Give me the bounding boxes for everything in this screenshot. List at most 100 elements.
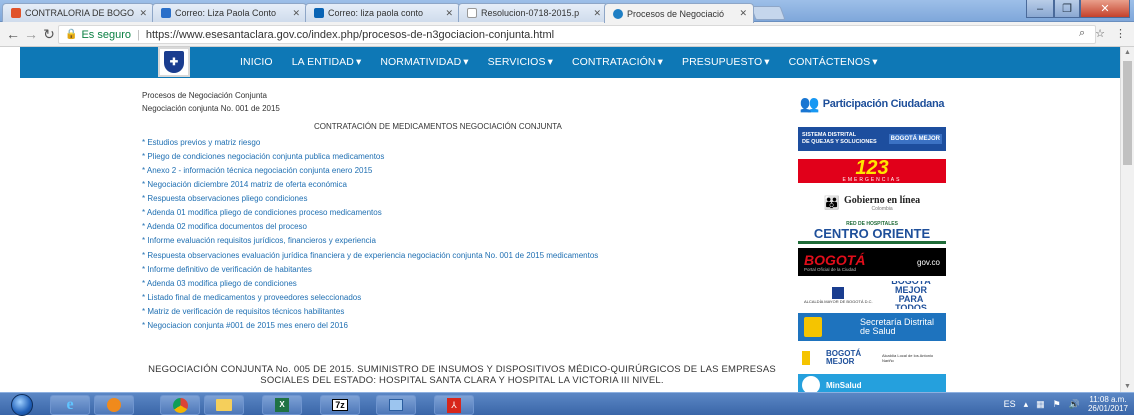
sistema-quejas-banner[interactable]: SISTEMA DISTRITAL DE QUEJAS Y SOLUCIONES … bbox=[798, 127, 946, 151]
hospital-logo[interactable]: ✚ bbox=[158, 47, 190, 77]
network-icon[interactable]: ▦ bbox=[1036, 399, 1045, 410]
secure-label: Es seguro bbox=[81, 28, 131, 41]
menu-item-contratacion[interactable]: CONTRATACIÓN bbox=[572, 56, 656, 68]
outlook-icon bbox=[314, 8, 324, 18]
acrobat-icon: ⅄ bbox=[447, 397, 461, 413]
menu-dots-icon[interactable]: ⋮ bbox=[1115, 27, 1126, 40]
colombia-seal-icon bbox=[802, 376, 820, 392]
scroll-down-arrow-icon[interactable]: ▼ bbox=[1124, 383, 1131, 390]
section-heading-2015-005: NEGOCIACIÓN CONJUNTA No. 005 DE 2015. SU… bbox=[148, 364, 776, 386]
close-tab-icon[interactable]: ✕ bbox=[292, 8, 300, 19]
dropdown-caret-icon: ▾ bbox=[463, 56, 469, 68]
close-tab-icon[interactable]: ✕ bbox=[139, 8, 147, 19]
participacion-ciudadana-banner[interactable]: 👥 Participación Ciudadana bbox=[798, 91, 946, 117]
document-link[interactable]: * Informe evaluación requisitos jurídico… bbox=[142, 236, 376, 245]
site-icon bbox=[613, 8, 623, 19]
back-arrow-icon[interactable]: ← bbox=[4, 26, 22, 42]
close-tab-icon[interactable]: ✕ bbox=[445, 8, 453, 19]
document-link[interactable]: * Anexo 2 - información técnica negociac… bbox=[142, 166, 372, 175]
chrome-icon bbox=[172, 397, 188, 413]
bogota-gov-banner[interactable]: BOGOTÁ Portal Oficial de la Ciudad gov.c… bbox=[798, 248, 946, 276]
site-nav-bar: ✚ INICIO LA ENTIDAD ▾ NORMATIVIDAD ▾ SERVI… bbox=[20, 47, 1120, 78]
alcaldia-mejor-para-todos-banner[interactable]: ALCALDÍA MAYOR DE BOGOTÁ D.C. BOGOTÁ MEJ… bbox=[798, 281, 946, 309]
zoom-icon[interactable]: ⌕ bbox=[1079, 27, 1085, 40]
scroll-up-arrow-icon[interactable]: ▲ bbox=[1124, 49, 1131, 56]
browser-tab[interactable]: Resolucion-0718-2015.p ✕ bbox=[458, 3, 608, 22]
internet-explorer-icon: e bbox=[66, 396, 74, 413]
volume-icon[interactable]: 🔊 bbox=[1069, 399, 1080, 410]
coat-of-arms-icon bbox=[802, 351, 810, 365]
window-controls: – ❐ ✕ bbox=[1026, 0, 1130, 18]
forward-arrow-icon[interactable]: → bbox=[22, 26, 40, 42]
menu-item-presupuesto[interactable]: PRESUPUESTO bbox=[682, 56, 762, 68]
maximize-button[interactable]: ❐ bbox=[1054, 0, 1080, 18]
menu-item-contactenos[interactable]: CONTÁCTENOS bbox=[789, 56, 871, 68]
site-menu: INICIO LA ENTIDAD ▾ NORMATIVIDAD ▾ SERVICI… bbox=[240, 56, 878, 68]
start-button[interactable] bbox=[2, 393, 42, 416]
dropdown-caret-icon: ▾ bbox=[764, 56, 770, 68]
scrollbar-thumb[interactable] bbox=[1123, 61, 1132, 165]
flag-icon[interactable]: ⚑ bbox=[1053, 399, 1061, 410]
taskbar-control-panel[interactable] bbox=[376, 395, 416, 415]
7zip-icon: 7z bbox=[332, 399, 348, 411]
dropdown-caret-icon: ▾ bbox=[547, 56, 553, 68]
document-link[interactable]: * Respuesta observaciones evaluación jur… bbox=[142, 251, 598, 260]
taskbar-excel[interactable]: X bbox=[262, 395, 302, 415]
document-link[interactable]: * Negociacion conjunta #001 de 2015 mes … bbox=[142, 321, 348, 330]
document-link[interactable]: * Adenda 03 modifica pliego de condicion… bbox=[142, 279, 297, 288]
bookmark-star-icon[interactable]: ☆ bbox=[1095, 27, 1105, 40]
taskbar-7zip[interactable]: 7z bbox=[320, 395, 360, 415]
language-indicator[interactable]: ES bbox=[1004, 399, 1016, 409]
reload-icon[interactable]: ↻ bbox=[40, 26, 58, 43]
url-text: https://www.esesantaclara.gov.co/index.p… bbox=[145, 28, 555, 41]
taskbar-acrobat[interactable]: ⅄ bbox=[434, 395, 474, 415]
document-link[interactable]: * Negociación diciembre 2014 matriz de o… bbox=[142, 180, 347, 189]
browser-tab[interactable]: Correo: Liza Paola Conto ✕ bbox=[152, 3, 307, 22]
document-icon bbox=[467, 8, 477, 18]
lock-icon: 🔒 bbox=[65, 29, 78, 40]
alcaldia-local-banner[interactable]: BOGOTÁ MEJOR Alcaldía Local de los Anton… bbox=[798, 345, 946, 371]
address-bar-row: ← → ↻ 🔒 Es seguro | https://www.esesanta… bbox=[0, 22, 1134, 47]
tray-arrow-icon[interactable]: ▴ bbox=[1024, 399, 1029, 410]
control-panel-icon bbox=[389, 399, 403, 411]
menu-item-servicios[interactable]: SERVICIOS bbox=[488, 56, 546, 68]
red-centro-oriente-banner[interactable]: RED DE HOSPITALES CENTRO ORIENTE bbox=[798, 220, 946, 244]
document-link[interactable]: * Matriz de verificación de requisitos t… bbox=[142, 307, 344, 316]
vertical-scrollbar[interactable]: ▲ ▼ bbox=[1120, 47, 1134, 392]
menu-item-normatividad[interactable]: NORMATIVIDAD bbox=[380, 56, 461, 68]
close-tab-icon[interactable]: ✕ bbox=[739, 8, 747, 19]
document-link[interactable]: * Estudios previos y matriz riesgo bbox=[142, 138, 260, 147]
document-link[interactable]: * Pliego de condiciones negociación conj… bbox=[142, 152, 384, 161]
gobierno-en-linea-banner[interactable]: 👪 Gobierno en línea Colombia bbox=[798, 191, 946, 215]
close-window-button[interactable]: ✕ bbox=[1080, 0, 1130, 18]
document-link[interactable]: * Informe definitivo de verificación de … bbox=[142, 265, 312, 274]
minsalud-banner[interactable]: MinSalud bbox=[798, 374, 946, 392]
document-link[interactable]: * Respuesta observaciones pliego condici… bbox=[142, 194, 307, 203]
page-subtitle: Negociación conjunta No. 001 de 2015 bbox=[142, 104, 280, 113]
emergencias-123-banner[interactable]: 123 EMERGENCIAS bbox=[798, 159, 946, 183]
browser-tab-active[interactable]: Procesos de Negociació ✕ bbox=[604, 3, 754, 23]
document-link[interactable]: * Adenda 02 modifica documentos del proc… bbox=[142, 222, 307, 231]
document-link[interactable]: * Adenda 01 modifica pliego de condicion… bbox=[142, 208, 382, 217]
dropdown-caret-icon: ▾ bbox=[355, 56, 362, 68]
menu-item-la-entidad[interactable]: LA ENTIDAD bbox=[292, 56, 354, 68]
taskbar-explorer[interactable] bbox=[204, 395, 244, 415]
clock[interactable]: 11:08 a.m. 26/01/2017 bbox=[1088, 395, 1128, 413]
section-title: CONTRATACIÓN DE MEDICAMENTOS NEGOCIACIÓN… bbox=[314, 122, 562, 131]
document-link[interactable]: * Listado final de medicamentos y provee… bbox=[142, 293, 361, 302]
secretaria-salud-banner[interactable]: Secretaría Distrital de Salud bbox=[798, 313, 946, 341]
mail-icon bbox=[161, 8, 171, 18]
menu-item-inicio[interactable]: INICIO bbox=[240, 56, 273, 68]
taskbar-media-player[interactable] bbox=[94, 395, 134, 415]
page-title: Procesos de Negociación Conjunta bbox=[142, 91, 267, 100]
browser-tab[interactable]: CONTRALORIA DE BOGO ✕ bbox=[2, 3, 154, 22]
url-field[interactable]: 🔒 Es seguro | https://www.esesantaclara.… bbox=[58, 25, 1096, 44]
close-tab-icon[interactable]: ✕ bbox=[593, 8, 601, 19]
minimize-button[interactable]: – bbox=[1026, 0, 1054, 18]
taskbar-ie[interactable]: e bbox=[50, 395, 90, 415]
new-tab-button[interactable] bbox=[750, 6, 786, 20]
separator: | bbox=[136, 28, 140, 41]
browser-tab[interactable]: Correo: liza paola conto ✕ bbox=[305, 3, 460, 22]
taskbar-chrome[interactable] bbox=[160, 395, 200, 415]
dropdown-caret-icon: ▾ bbox=[657, 56, 663, 68]
